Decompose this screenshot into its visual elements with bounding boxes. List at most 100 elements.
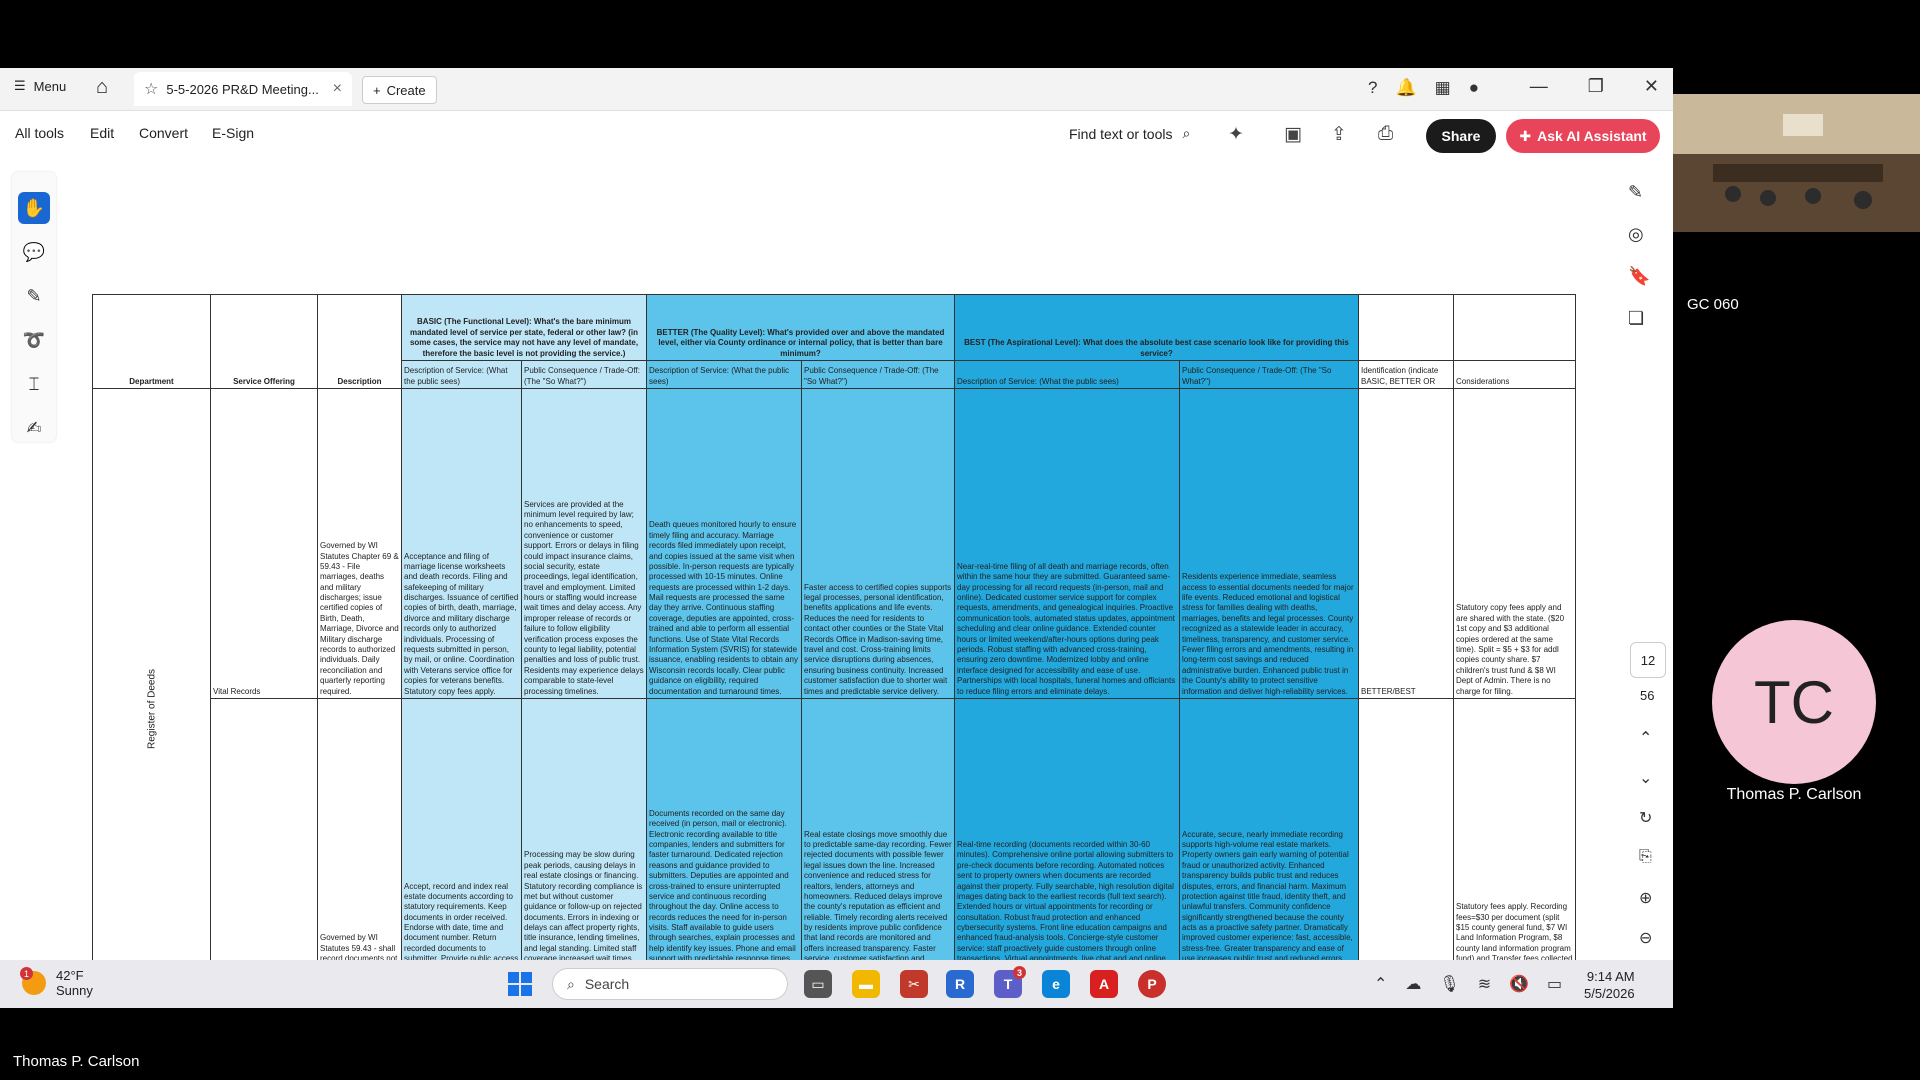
considerations-header-blank (1453, 294, 1576, 361)
ai-summary-icon[interactable]: ✎ (1628, 182, 1643, 203)
conference-room-image (1673, 94, 1920, 232)
basic-conseq-subheader: Public Consequence / Trade-Off: (The "So… (521, 360, 647, 389)
current-page-field[interactable]: 12 (1630, 642, 1666, 678)
search-icon: ⌕ (1182, 125, 1191, 141)
apps-grid-icon[interactable]: ▦ (1435, 78, 1451, 98)
better-level-header: BETTER (The Quality Level): What's provi… (646, 294, 955, 361)
star-icon[interactable]: ☆ (144, 79, 158, 99)
acrobat-window: ☰ Menu ⌂ ☆ 5-5-2026 PR&D Meeting... × + … (0, 68, 1673, 960)
document-tab[interactable]: ☆ 5-5-2026 PR&D Meeting... × (134, 72, 352, 106)
identification-cell: BETTER/BEST (1358, 388, 1454, 699)
chevron-up-icon[interactable]: ⌃ (1374, 974, 1387, 994)
room-label: GC 060 (1687, 296, 1739, 313)
hand-tool-icon[interactable]: ✋ (18, 192, 50, 224)
conference-room-video (1673, 94, 1920, 232)
bell-icon[interactable]: 🔔 (1395, 78, 1416, 98)
lasso-draw-icon[interactable]: ➰ (18, 324, 50, 356)
basic-desc-cell: Acceptance and filing of marriage licens… (401, 388, 522, 699)
sign-icon[interactable]: ✍ (18, 412, 50, 444)
find-text-tools[interactable]: Find text or tools ⌕ (1069, 125, 1190, 142)
save-icon[interactable]: ▣ (1284, 123, 1302, 146)
basic-desc-subheader: Description of Service: (What the public… (401, 360, 522, 389)
esign-link[interactable]: E-Sign (212, 125, 254, 141)
ai-assistant-icon: ✚ (1519, 127, 1532, 144)
system-clock[interactable]: 9:14 AM 5/5/2026 (1584, 968, 1635, 1002)
comments-panel-icon[interactable]: ◎ (1628, 224, 1644, 245)
better-conseq-cell: Faster access to certified copies suppor… (801, 388, 955, 699)
department-cell: Register of Deeds (92, 388, 211, 960)
table-row: Register of Deeds Vital Records Governed… (92, 388, 1576, 960)
better-conseq-subheader: Public Consequence / Trade-Off: (The "So… (801, 360, 955, 389)
file-explorer-icon[interactable]: ▬ (852, 970, 880, 998)
taskbar-search-label: Search (584, 976, 630, 992)
basic-conseq-cell: Processing may be slow during peak perio… (521, 698, 647, 960)
teams-icon[interactable]: T3 (994, 966, 1026, 998)
chevron-up-icon[interactable]: ⌃ (1639, 728, 1652, 748)
hamburger-icon: ☰ (14, 78, 26, 93)
help-icon[interactable]: ? (1368, 78, 1377, 98)
clock-date: 5/5/2026 (1584, 986, 1635, 1001)
best-desc-cell: Real-time recording (documents recorded … (954, 698, 1180, 960)
remote-app-icon[interactable]: R (946, 970, 974, 998)
close-tab-icon[interactable]: × (333, 80, 342, 98)
chevron-down-icon[interactable]: ⌄ (1639, 768, 1652, 788)
wifi-icon[interactable]: ≋ (1478, 974, 1491, 994)
minimize-icon[interactable]: — (1530, 76, 1548, 97)
battery-icon[interactable]: ▭ (1547, 974, 1562, 994)
menu-label: Menu (33, 78, 67, 94)
speaker-muted-icon[interactable]: 🔇 (1509, 974, 1529, 994)
participant-name: Thomas P. Carlson (1726, 786, 1862, 803)
onedrive-icon[interactable]: ☁ (1405, 974, 1421, 994)
weather-badge: 1 (20, 967, 33, 980)
find-text-label: Find text or tools (1069, 125, 1173, 142)
ask-ai-assistant-button[interactable]: ✚ Ask AI Assistant (1506, 119, 1660, 153)
document-viewer[interactable]: Department Service Offering Description … (70, 160, 1615, 960)
better-desc-cell: Documents recorded on the same day recei… (646, 698, 802, 960)
presenter-name: Thomas P. Carlson (13, 1053, 140, 1070)
zoom-in-icon[interactable]: ⊕ (1639, 888, 1652, 908)
edge-icon[interactable]: e (1042, 970, 1070, 998)
pages-panel-icon[interactable]: ❏ (1628, 308, 1644, 329)
all-tools-link[interactable]: All tools (15, 125, 64, 141)
snipping-tool-icon[interactable]: ✂ (900, 970, 928, 998)
zoom-out-icon[interactable]: ⊖ (1639, 928, 1652, 948)
home-icon[interactable]: ⌂ (96, 76, 108, 99)
best-level-header: BEST (The Aspirational Level): What does… (954, 294, 1359, 361)
better-conseq-cell: Real estate closings move smoothly due t… (801, 698, 955, 960)
task-view-icon[interactable]: ▭ (804, 970, 832, 998)
description-header: Description (317, 294, 402, 389)
share-button[interactable]: Share (1426, 119, 1496, 153)
highlight-pen-icon[interactable]: ✎ (18, 280, 50, 312)
bookmark-icon[interactable]: 🔖 (1628, 266, 1650, 287)
rotate-icon[interactable]: ↻ (1639, 808, 1652, 828)
create-label: Create (386, 82, 426, 98)
create-button[interactable]: + Create (362, 76, 437, 104)
text-select-icon[interactable]: ⌶ (18, 368, 50, 400)
windows-start-icon[interactable] (508, 972, 532, 996)
restore-icon[interactable]: ❐ (1588, 76, 1604, 97)
upload-icon[interactable]: ⇪ (1331, 123, 1347, 146)
menu-button[interactable]: ☰ Menu (14, 78, 66, 94)
ai-tools-icon[interactable]: ✦ (1228, 123, 1244, 146)
plus-icon: + (373, 82, 381, 98)
best-desc-subheader: Description of Service: (What the public… (954, 360, 1180, 389)
mic-muted-icon[interactable]: 🎙 (1439, 974, 1459, 994)
basic-desc-cell: Accept, record and index real estate doc… (401, 698, 522, 960)
profile-icon[interactable]: ● (1469, 78, 1479, 98)
convert-link[interactable]: Convert (139, 125, 188, 141)
comment-icon[interactable]: 💬 (18, 236, 50, 268)
better-desc-cell: Death queues monitored hourly to ensure … (646, 388, 802, 699)
weather-widget[interactable]: 1 42°F Sunny (20, 967, 93, 998)
powerpoint-icon[interactable]: P (1138, 970, 1166, 998)
left-tool-rail: ✋ 💬 ✎ ➰ ⌶ ✍ (12, 172, 56, 442)
best-conseq-subheader: Public Consequence / Trade-Off: (The "So… (1179, 360, 1359, 389)
edit-link[interactable]: Edit (90, 125, 114, 141)
top-icon-group: ? 🔔 ▦ ● (1368, 78, 1479, 98)
print-icon[interactable]: ⎙ (1378, 123, 1393, 145)
extract-page-icon[interactable]: ⎘ (1639, 848, 1652, 866)
taskbar-search[interactable]: ⌕ Search (552, 968, 788, 1000)
document-tab-title: 5-5-2026 PR&D Meeting... (166, 81, 319, 97)
close-window-icon[interactable]: ✕ (1644, 76, 1659, 97)
acrobat-icon[interactable]: A (1090, 970, 1118, 998)
temperature: 42°F (56, 968, 84, 983)
